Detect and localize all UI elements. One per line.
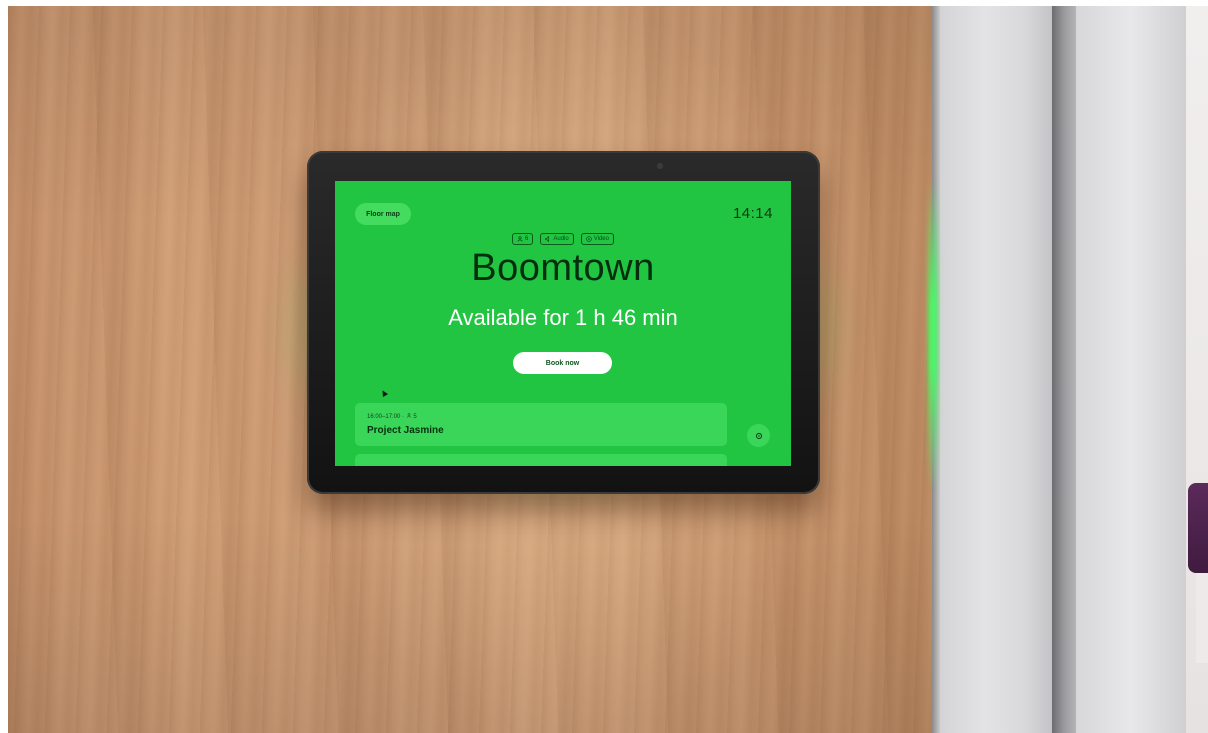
room-name: Boomtown (471, 247, 655, 289)
booking-time: 16:00–17:00 (367, 414, 401, 420)
person-icon (517, 236, 523, 242)
clock: 14:14 (732, 205, 773, 222)
tablet-screen: Floor map 14:14 6 Audio Video Boomtown A… (335, 181, 791, 466)
capacity-chip: 6 (512, 233, 534, 245)
door-status-light (928, 180, 938, 490)
door-frame-left-panel (940, 6, 1052, 733)
gear-icon (755, 432, 762, 439)
video-chip: Video (580, 233, 614, 245)
video-icon (585, 236, 592, 242)
scene: Floor map 14:14 6 Audio Video Boomtown A… (0, 0, 1208, 733)
booking-card[interactable]: 16:00–17:00 · 5 Project Jasmine (355, 403, 727, 446)
door-frame-gap (1052, 6, 1076, 733)
door-frame-right-panel (1076, 6, 1186, 733)
camera-icon (657, 163, 663, 169)
purple-chair (1188, 483, 1208, 573)
capacity-label: 6 (525, 236, 529, 242)
audio-icon (545, 236, 550, 242)
booking-meta: 16:00–17:00 · 5 (367, 413, 417, 420)
amenity-list: 6 Audio Video (335, 233, 791, 245)
booking-attendees: 5 (413, 414, 417, 420)
floor-map-button[interactable]: Floor map (355, 203, 411, 225)
book-now-button[interactable]: Book now (513, 352, 612, 374)
booking-card-next[interactable] (355, 454, 727, 466)
booking-title: Project Jasmine (367, 425, 444, 436)
video-label: Video (593, 236, 609, 242)
audio-chip: Audio (540, 233, 574, 245)
mouse-cursor-icon (379, 388, 389, 398)
settings-button[interactable] (747, 424, 770, 447)
availability-status: Available for 1 h 46 min (448, 305, 678, 330)
audio-label: Audio (553, 236, 569, 242)
person-icon (406, 413, 411, 418)
